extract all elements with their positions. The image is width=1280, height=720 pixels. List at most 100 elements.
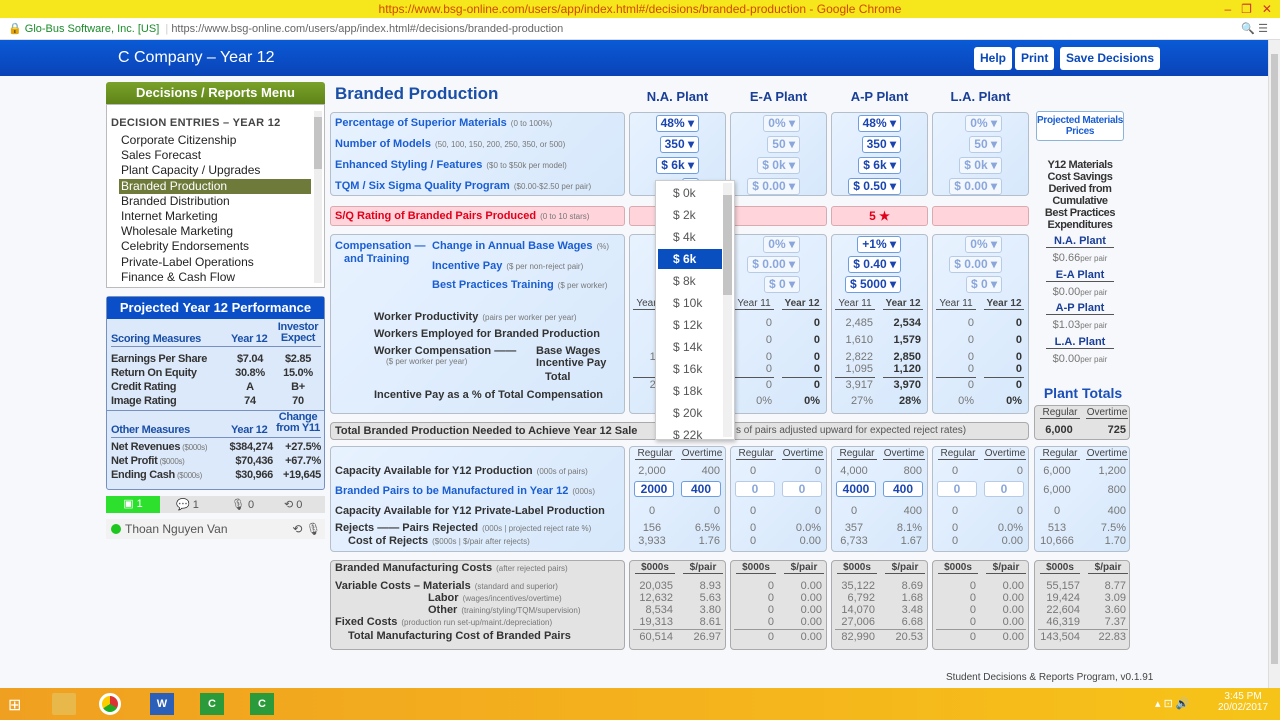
menu-item[interactable]: Wholesale Marketing xyxy=(119,224,311,239)
dropdown-option[interactable]: $ 4k xyxy=(658,227,722,247)
company-title: C Company – Year 12 xyxy=(118,49,275,66)
regular-input[interactable]: 0 xyxy=(937,481,977,497)
clock[interactable]: 3:45 PM 20/02/2017 xyxy=(1218,691,1268,713)
help-button[interactable]: Help xyxy=(974,47,1013,70)
menu-item[interactable]: Branded Production xyxy=(119,178,311,194)
rating-text: S/Q Rating of Branded Pairs Produced xyxy=(335,210,537,222)
year11-rule xyxy=(734,377,774,378)
gift-count[interactable]: ▣ 1 xyxy=(106,496,160,513)
tqm-select[interactable]: $ 0.00 ▾ xyxy=(747,178,800,195)
dropdown-option[interactable]: $ 8k xyxy=(658,271,722,291)
tqm-select[interactable]: $ 0.50 ▾ xyxy=(848,178,901,195)
year12-value: 3,970 xyxy=(893,379,921,391)
training-select[interactable]: $ 5000 ▾ xyxy=(844,276,901,293)
dropdown-option[interactable]: $ 22k xyxy=(658,425,722,439)
wage-select[interactable]: 0% ▾ xyxy=(965,236,1002,253)
window-controls[interactable]: – ❐ ✕ xyxy=(1225,0,1273,18)
projected-materials-prices-button[interactable]: Projected Materials Prices xyxy=(1036,111,1124,141)
styling-dropdown-list[interactable]: $ 0k $ 2k $ 4k $ 6k $ 8k $ 10k $ 12k $ 14k $ 16k… xyxy=(655,180,735,440)
regular-input[interactable]: 0 xyxy=(735,481,775,497)
overtime-input[interactable]: 400 xyxy=(681,481,721,497)
menu-item[interactable]: Branded Distribution xyxy=(119,194,311,209)
zoom-icon[interactable]: 🔍 ☰ xyxy=(1241,18,1268,40)
styling-select[interactable]: $ 6k ▾ xyxy=(858,157,901,174)
menu-item[interactable]: Celebrity Endorsements xyxy=(119,239,311,254)
dropdown-option[interactable]: $ 2k xyxy=(658,205,722,225)
word-icon[interactable]: W xyxy=(150,693,174,715)
training-select[interactable]: $ 0 ▾ xyxy=(763,276,800,293)
url-text[interactable]: https://www.bsg-online.com/users/app/ind… xyxy=(171,23,563,35)
camtasia-recorder-icon[interactable]: C xyxy=(250,693,274,715)
pp-header: $/pair xyxy=(1088,562,1128,574)
other-measure: Net Revenues ($000s) xyxy=(111,441,207,453)
menu-scrollbar[interactable] xyxy=(314,111,322,283)
menu-item[interactable]: Plant Capacity / Upgrades xyxy=(119,163,311,178)
file-explorer-icon[interactable] xyxy=(52,693,76,715)
menu-item[interactable]: Corporate Citizenship xyxy=(119,133,311,148)
year11-value: 0 xyxy=(967,379,974,391)
savings-title: Y12 Materials Cost Savings Derived from … xyxy=(1044,159,1116,231)
dropdown-scrollbar[interactable] xyxy=(723,183,732,437)
cost-pp: 1.68 xyxy=(901,592,923,604)
styling-select[interactable]: $ 0k ▾ xyxy=(959,157,1002,174)
year11-value: 2,485 xyxy=(845,317,873,329)
regular-input[interactable]: 2000 xyxy=(634,481,674,497)
share-count[interactable]: ⟲ 0 xyxy=(284,498,302,511)
dropdown-option[interactable]: $ 20k xyxy=(658,403,722,423)
mic-count[interactable]: 🎙 0 xyxy=(231,498,254,511)
tray-icons[interactable]: ▴ ⊡ 🔊 xyxy=(1155,697,1190,710)
page-scrollbar[interactable] xyxy=(1268,40,1280,688)
models-select[interactable]: 350 ▾ xyxy=(861,136,901,153)
overtime-input[interactable]: 0 xyxy=(984,481,1024,497)
address-bar[interactable]: 🔒 Glo-Bus Software, Inc. [US] | https://… xyxy=(0,18,1280,40)
other-change: +19,645 xyxy=(283,469,321,481)
sup-select[interactable]: 0% ▾ xyxy=(763,115,800,132)
sup-select[interactable]: 48% ▾ xyxy=(857,115,901,132)
styling-select[interactable]: $ 6k ▾ xyxy=(656,157,699,174)
overtime-input[interactable]: 0 xyxy=(782,481,822,497)
models-select[interactable]: 350 ▾ xyxy=(659,136,699,153)
training-select[interactable]: $ 0 ▾ xyxy=(965,276,1002,293)
menu-item[interactable]: Internet Marketing xyxy=(119,209,311,224)
dropdown-option[interactable]: $ 18k xyxy=(658,381,722,401)
incentive-select[interactable]: $ 0.00 ▾ xyxy=(747,256,800,273)
styling-select[interactable]: $ 0k ▾ xyxy=(757,157,800,174)
value: 0 xyxy=(749,505,757,517)
sup-select[interactable]: 48% ▾ xyxy=(655,115,699,132)
share-mic-icon[interactable]: ⟲ 🎙 xyxy=(292,519,321,539)
measure-unit: ($000s) xyxy=(182,443,208,452)
regular-input[interactable]: 4000 xyxy=(836,481,876,497)
prod-hint: (pairs per worker per year) xyxy=(482,313,577,322)
models-select[interactable]: 50 ▾ xyxy=(767,136,800,153)
dropdown-option[interactable]: $ 12k xyxy=(658,315,722,335)
overtime-header: Overtime xyxy=(984,448,1026,460)
dropdown-option[interactable]: $ 14k xyxy=(658,337,722,357)
menu-item[interactable]: Private-Label Operations xyxy=(119,255,311,270)
menu-item[interactable]: Finance & Cash Flow xyxy=(119,270,311,285)
camtasia-icon[interactable]: C xyxy=(200,693,224,715)
menu-item[interactable]: Sales Forecast xyxy=(119,148,311,163)
save-decisions-button[interactable]: Save Decisions xyxy=(1060,47,1161,70)
wage-select[interactable]: +1% ▾ xyxy=(857,236,901,253)
dropdown-option[interactable]: $ 6k xyxy=(658,249,722,269)
incentive-select[interactable]: $ 0.40 ▾ xyxy=(848,256,901,273)
wage-select[interactable]: 0% ▾ xyxy=(763,236,800,253)
k-header: $000s xyxy=(635,562,675,574)
tqm-select[interactable]: $ 0.00 ▾ xyxy=(949,178,1002,195)
dropdown-option[interactable]: $ 16k xyxy=(658,359,722,379)
k-header: $000s xyxy=(736,562,776,574)
incentive-select[interactable]: $ 0.00 ▾ xyxy=(949,256,1002,273)
chrome-icon[interactable] xyxy=(99,693,121,715)
dropdown-option[interactable]: $ 0k xyxy=(658,183,722,203)
sup-select[interactable]: 0% ▾ xyxy=(965,115,1002,132)
print-button[interactable]: Print xyxy=(1015,47,1055,70)
comments-count[interactable]: 💬 1 xyxy=(176,498,199,511)
dropdown-option[interactable]: $ 10k xyxy=(658,293,722,313)
start-icon[interactable]: ⊞ xyxy=(8,695,21,715)
models-select[interactable]: 50 ▾ xyxy=(969,136,1002,153)
training-hint: ($ per worker) xyxy=(557,281,608,290)
label-mat: Variable Costs – Materials (standard and … xyxy=(335,580,558,592)
year11-header: Year 11 xyxy=(734,298,774,310)
overtime-input[interactable]: 400 xyxy=(883,481,923,497)
cost-pp: 5.63 xyxy=(699,592,721,604)
